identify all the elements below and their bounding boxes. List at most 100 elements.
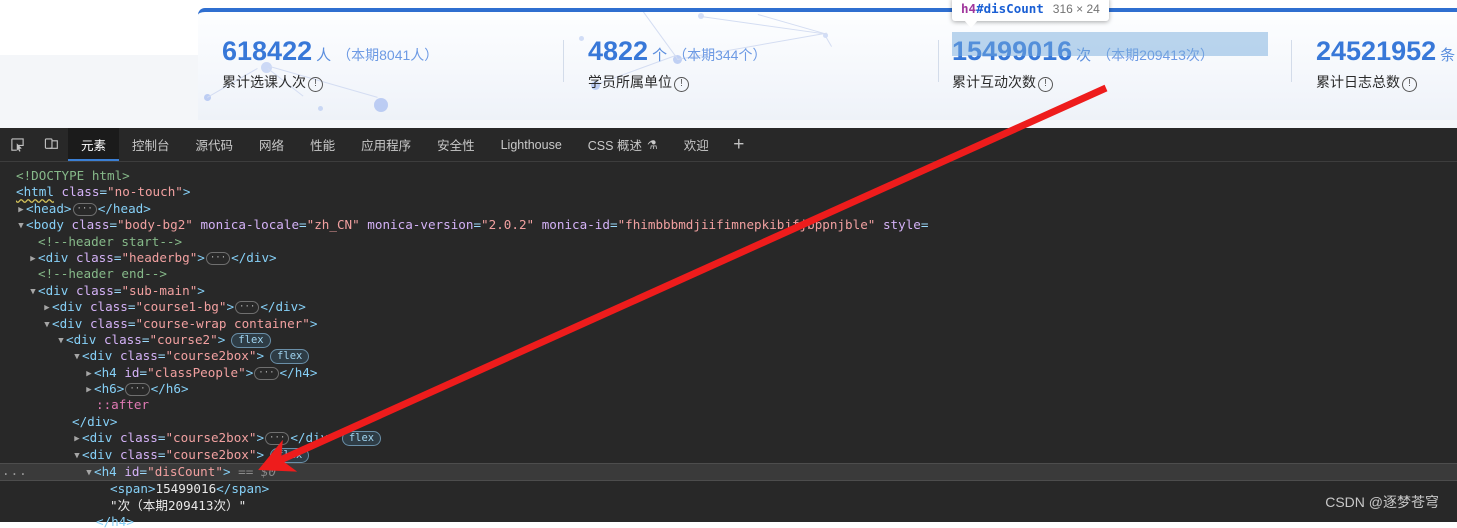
pseudo-element-text: ::after — [96, 397, 150, 413]
expand-triangle-icon[interactable]: ▶ — [84, 382, 94, 398]
tab-elements[interactable]: 元素 — [68, 128, 120, 161]
collapsed-children-icon[interactable]: ··· — [205, 251, 231, 265]
doctype-text: <!DOCTYPE html> — [16, 168, 130, 183]
h6-close-tag: </h6> — [150, 381, 189, 397]
expand-triangle-icon[interactable]: ▶ — [28, 251, 38, 267]
tab-performance[interactable]: 性能 — [297, 128, 348, 161]
flex-badge[interactable]: flex — [231, 332, 271, 348]
stat-delta: （本期344个） — [673, 47, 767, 63]
collapsed-children-icon[interactable]: ··· — [72, 202, 97, 216]
dom-line-header-end-comment[interactable]: <!--header end--> — [0, 266, 1457, 282]
tab-console[interactable]: 控制台 — [119, 128, 183, 161]
collapsed-children-icon[interactable]: ··· — [254, 366, 279, 380]
stat-number: 618422 — [222, 36, 313, 66]
watermark: CSDN @逐梦苍穹 — [1325, 494, 1439, 510]
div-attr-value: "course2box" — [165, 430, 257, 446]
collapsed-children-icon[interactable]: ··· — [125, 383, 150, 397]
stat-number: 4822 — [588, 36, 649, 66]
dom-line-sub-main[interactable]: ▼ <div class="sub-main"> — [0, 283, 1457, 299]
div-open-gt: > — [256, 446, 265, 462]
experiment-flask-icon: ⚗ — [646, 137, 658, 152]
tab-welcome[interactable]: 欢迎 — [671, 128, 722, 161]
div-open-tag: <div — [38, 282, 69, 298]
collapse-triangle-icon[interactable]: ▼ — [72, 349, 82, 365]
expand-triangle-icon[interactable]: ▶ — [84, 366, 94, 382]
tab-application[interactable]: 应用程序 — [348, 128, 424, 161]
dom-line-text-node[interactable]: "次（本期209413次）" — [0, 498, 1457, 514]
dom-line-html[interactable]: <html class="no-touch"> — [0, 184, 1457, 200]
collapsed-children-icon[interactable]: ··· — [235, 301, 260, 315]
dom-line-doctype[interactable]: <!DOCTYPE html> — [0, 168, 1457, 184]
dom-line-h4-discount-selected[interactable]: ... ▼ <h4 id="disCount"> == $0 — [0, 463, 1457, 482]
dom-line-course2box-2[interactable]: ▶ <div class="course2box"> ··· </div> flex — [0, 430, 1457, 447]
stat-unit: 次 — [1076, 47, 1092, 64]
expand-triangle-icon[interactable]: ▶ — [16, 202, 26, 218]
tab-label: CSS 概述 — [587, 139, 642, 153]
device-toolbar-icon[interactable] — [34, 128, 68, 161]
dom-line-after-pseudo[interactable]: ::after — [0, 397, 1457, 413]
collapse-triangle-icon[interactable]: ▼ — [16, 218, 26, 234]
tab-lighthouse[interactable]: Lighthouse — [488, 128, 575, 161]
stat-value-row: 618422 人 （本期8041人） — [222, 36, 438, 67]
expand-triangle-icon[interactable]: ▶ — [42, 300, 52, 316]
flex-badge[interactable]: flex — [270, 349, 310, 365]
add-panel-button[interactable]: + — [722, 128, 756, 161]
dom-line-course2box-3[interactable]: ▼ <div class="course2box"> flex — [0, 447, 1457, 463]
dom-line-header-start-comment[interactable]: <!--header start--> — [0, 234, 1457, 250]
div-open-gt: > — [226, 299, 235, 315]
collapse-triangle-icon[interactable]: ▼ — [56, 333, 66, 349]
info-circle-icon[interactable]: ! — [674, 77, 689, 92]
h4-open-tag: <h4 — [94, 464, 117, 480]
dom-line-course2[interactable]: ▼ <div class="course2"> flex — [0, 332, 1457, 348]
dom-line-body[interactable]: ▼ <body class="body-bg2" monica-locale="z… — [0, 217, 1457, 233]
collapse-triangle-icon[interactable]: ▼ — [42, 317, 52, 333]
tab-css-overview[interactable]: CSS 概述 ⚗ — [575, 128, 671, 161]
body-attr-monicaid-name: monica-id — [541, 217, 610, 233]
dom-tree[interactable]: <!DOCTYPE html> <html class="no-touch"> … — [0, 162, 1457, 528]
collapse-triangle-icon[interactable]: ▼ — [84, 465, 94, 481]
collapse-triangle-icon[interactable]: ▼ — [72, 448, 82, 464]
html-attr-name: class — [61, 184, 100, 200]
inspect-element-icon[interactable] — [0, 128, 34, 161]
dom-line-course-wrap[interactable]: ▼ <div class="course-wrap container"> — [0, 316, 1457, 332]
div-close-tag: </div> — [260, 299, 306, 315]
body-attr-class-value: "body-bg2" — [117, 217, 193, 233]
expand-triangle-icon[interactable]: ▶ — [72, 431, 82, 447]
tooltip-dimensions: 316 × 24 — [1052, 2, 1100, 16]
dom-line-h4-classpeople[interactable]: ▶ <h4 id="classPeople"> ··· </h4> — [0, 365, 1457, 381]
html-open-tag: <html — [16, 184, 54, 200]
dom-line-course2box-1[interactable]: ▼ <div class="course2box"> flex — [0, 348, 1457, 365]
stat-label: 累计选课人次 — [222, 74, 306, 90]
flex-badge[interactable]: flex — [341, 431, 382, 447]
dom-line-headerbg[interactable]: ▶ <div class="headerbg"> ··· </div> — [0, 250, 1457, 266]
dom-line-span-value[interactable]: <span>15499016</span> — [0, 481, 1457, 497]
div-close-tag: </div> — [72, 413, 118, 429]
info-circle-icon[interactable]: ! — [1038, 77, 1053, 92]
collapse-triangle-icon[interactable]: ▼ — [28, 284, 38, 300]
dom-line-head[interactable]: ▶ <head> ··· </head> — [0, 201, 1457, 217]
stat-value-row: 4822 个 （本期344个） — [588, 36, 766, 67]
stat-unit: 个 — [652, 47, 668, 64]
collapsed-children-icon[interactable]: ··· — [265, 432, 290, 446]
stat-label-row: 学员所属单位! — [588, 72, 689, 92]
dom-line-h4-close[interactable]: </h4> — [0, 514, 1457, 528]
flex-badge[interactable]: flex — [270, 447, 310, 463]
stat-unit: 条 — [1440, 47, 1456, 64]
dom-line-course1-bg[interactable]: ▶ <div class="course1-bg"> ··· </div> — [0, 299, 1457, 315]
div-open-tag: <div — [82, 446, 113, 462]
info-circle-icon[interactable]: ! — [308, 77, 323, 92]
tab-label: Lighthouse — [500, 137, 562, 152]
more-options-icon[interactable]: ... — [2, 463, 28, 479]
tab-security[interactable]: 安全性 — [424, 128, 488, 161]
tab-sources[interactable]: 源代码 — [183, 128, 247, 161]
span-text-value: 15499016 — [155, 481, 217, 497]
h4-attr-value: "disCount" — [147, 464, 223, 480]
stat-cell-1: 4822 个 （本期344个） 学员所属单位! — [588, 12, 948, 120]
tab-label: 欢迎 — [683, 139, 709, 153]
dom-line-div-close-1[interactable]: </div> — [0, 414, 1457, 430]
info-circle-icon[interactable]: ! — [1402, 77, 1417, 92]
stat-label-row: 累计互动次数! — [952, 72, 1053, 92]
dom-line-h6[interactable]: ▶ <h6> ··· </h6> — [0, 381, 1457, 397]
stat-value-row[interactable]: 15499016 次 （本期209413次） — [952, 36, 1214, 67]
tab-network[interactable]: 网络 — [246, 128, 297, 161]
